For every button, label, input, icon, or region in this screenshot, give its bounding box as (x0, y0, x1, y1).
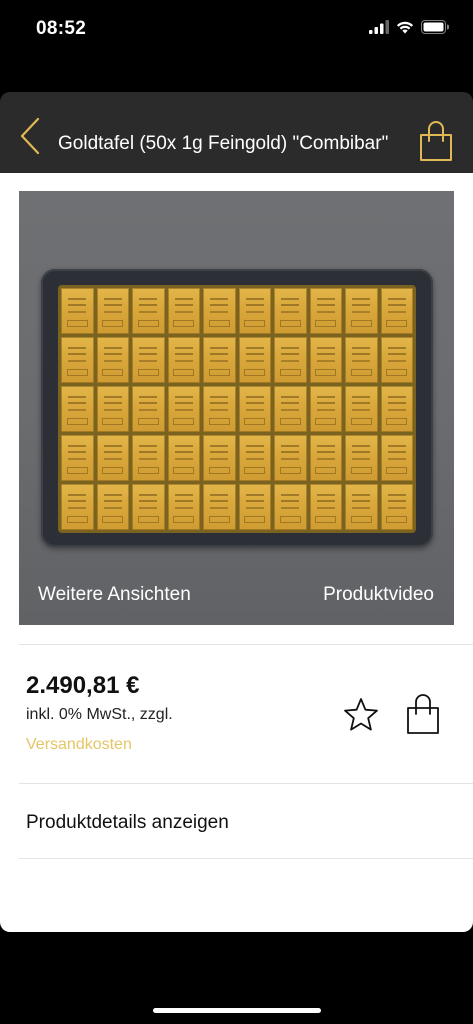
gold-bar (61, 484, 94, 530)
signal-icon (369, 20, 389, 34)
gold-bar (309, 435, 342, 481)
gold-bar (61, 288, 94, 334)
gold-bar (238, 484, 271, 530)
gold-bar (96, 337, 129, 383)
tax-note: inkl. 0% MwSt., zzgl. (26, 706, 173, 723)
add-to-cart-bag-icon[interactable] (404, 693, 442, 735)
status-icons (369, 20, 449, 34)
gold-bar-grid (58, 285, 416, 533)
gold-bar (203, 435, 236, 481)
gold-bar (380, 484, 413, 530)
product-image[interactable]: Weitere Ansichten Produktvideo (19, 191, 454, 625)
product-video-link[interactable]: Produktvideo (323, 584, 434, 606)
gold-bar (380, 337, 413, 383)
gold-bar (309, 484, 342, 530)
gold-bar (309, 337, 342, 383)
shipping-costs-link[interactable]: Versandkosten (26, 736, 132, 754)
gold-bar (238, 288, 271, 334)
gold-bar (132, 337, 165, 383)
product-content: Weitere Ansichten Produktvideo 2.490,81 … (0, 173, 473, 932)
gold-bar (345, 386, 378, 432)
star-icon[interactable] (342, 696, 380, 734)
gold-bar (96, 484, 129, 530)
gold-bar (309, 288, 342, 334)
wifi-icon (396, 21, 414, 34)
gold-bar (274, 435, 307, 481)
back-button[interactable] (16, 116, 44, 156)
product-price: 2.490,81 € (26, 672, 140, 699)
gold-bar (380, 288, 413, 334)
gold-bar (132, 288, 165, 334)
gold-bar (380, 386, 413, 432)
gold-bar (61, 435, 94, 481)
divider (19, 858, 473, 859)
page-title: Goldtafel (50x 1g Feingold) "Combibar" (58, 134, 389, 153)
gold-bar (274, 337, 307, 383)
divider (19, 783, 473, 784)
battery-icon (421, 20, 449, 34)
gold-bar (167, 337, 200, 383)
gold-bar (132, 435, 165, 481)
gold-bar (61, 337, 94, 383)
gold-bar (61, 386, 94, 432)
gold-bar (345, 484, 378, 530)
nav-bar: Goldtafel (50x 1g Feingold) "Combibar" (0, 92, 473, 173)
gold-bar (96, 435, 129, 481)
gold-bar (345, 435, 378, 481)
shopping-bag-icon[interactable] (418, 120, 454, 162)
gold-bar (96, 288, 129, 334)
status-bar: 08:52 (0, 0, 473, 62)
gold-bar (345, 288, 378, 334)
gold-bar (380, 435, 413, 481)
status-time: 08:52 (36, 18, 87, 39)
gold-bar (238, 386, 271, 432)
gold-bar (238, 337, 271, 383)
gold-bar (167, 386, 200, 432)
gold-bar (309, 386, 342, 432)
product-details-link[interactable]: Produktdetails anzeigen (26, 812, 229, 834)
gold-bar (345, 337, 378, 383)
nav-title-container: Goldtafel (50x 1g Feingold) "Combibar" (58, 92, 413, 173)
gold-bar (238, 435, 271, 481)
gold-bar (203, 337, 236, 383)
gold-bar (274, 484, 307, 530)
more-views-link[interactable]: Weitere Ansichten (38, 584, 191, 606)
gold-bar (96, 386, 129, 432)
gold-bar (203, 288, 236, 334)
gold-bar (167, 484, 200, 530)
gold-bar (274, 288, 307, 334)
gold-bar (132, 484, 165, 530)
gold-bar (167, 288, 200, 334)
gold-bar (203, 386, 236, 432)
gold-bar-tray (41, 269, 433, 547)
home-indicator (153, 1008, 321, 1013)
gold-bar (274, 386, 307, 432)
gold-bar (132, 386, 165, 432)
gold-bar (167, 435, 200, 481)
divider (19, 644, 473, 645)
gold-bar (203, 484, 236, 530)
